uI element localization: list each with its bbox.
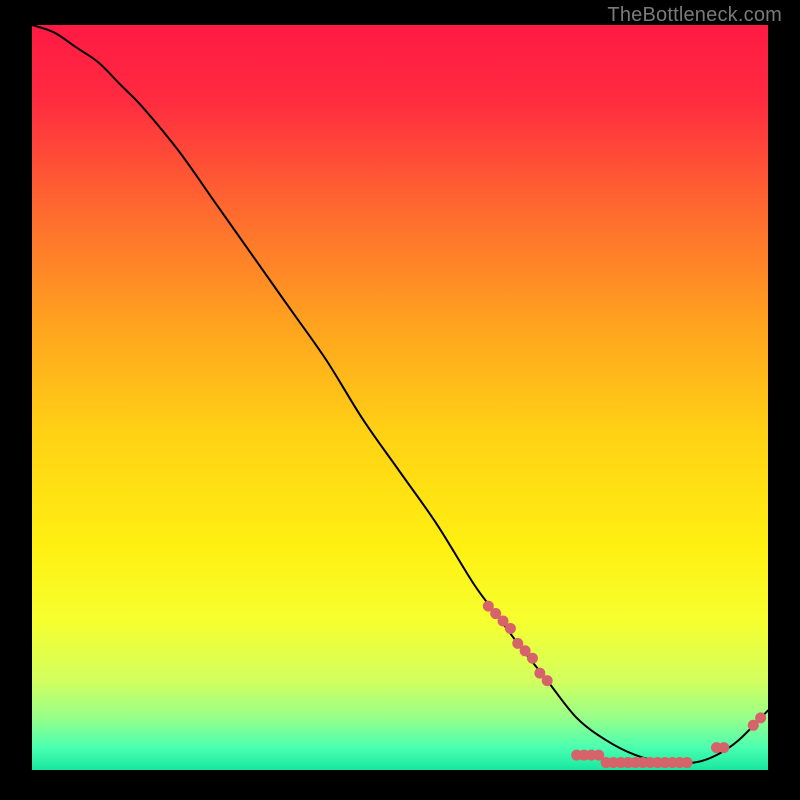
chart-background (32, 25, 768, 770)
scatter-point (527, 653, 538, 664)
scatter-point (718, 742, 729, 753)
scatter-point (682, 757, 693, 768)
scatter-point (755, 712, 766, 723)
scatter-point (505, 623, 516, 634)
chart-svg (32, 25, 768, 770)
scatter-point (542, 675, 553, 686)
watermark-text: TheBottleneck.com (607, 4, 782, 27)
chart-plot-area (32, 25, 768, 770)
